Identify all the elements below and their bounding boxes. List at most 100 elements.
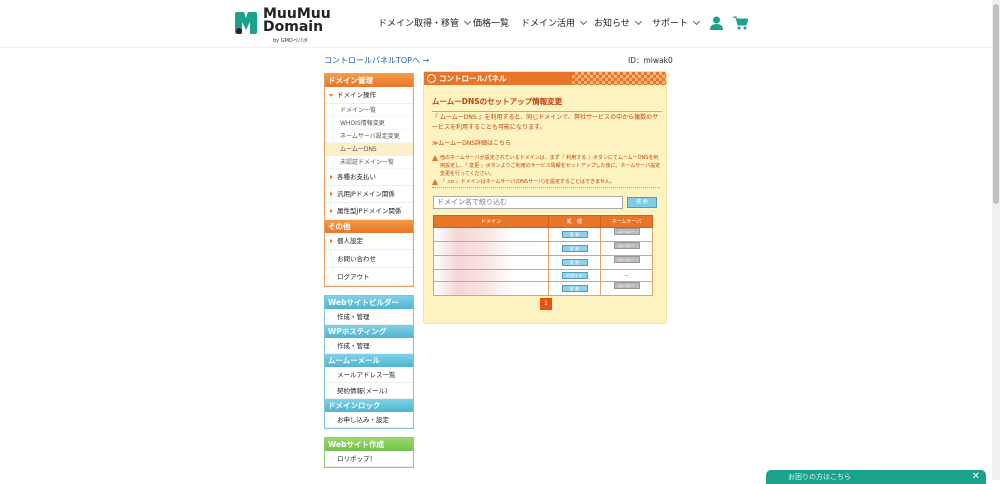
table-row: 変 更 ムームーDNS xyxy=(433,255,653,270)
control-panel-top-link[interactable]: コントロールパネルTOPへ → xyxy=(324,55,429,66)
nav-label: サポート xyxy=(652,19,689,29)
user-icon[interactable] xyxy=(710,16,723,30)
sidebar-item-mail-list[interactable]: メールアドレス一覧 xyxy=(325,367,413,383)
site-header: MuuMuu Domain by GMOペパボ ドメイン取得・移管 価格一覧 ド… xyxy=(0,0,992,48)
search-button[interactable]: 検 索 xyxy=(627,197,657,208)
sidebar-item-wp-manage[interactable]: 作成・管理 xyxy=(325,338,413,354)
use-button[interactable]: 利用する xyxy=(561,272,588,279)
warning-text: 『 .co 』ドメインはネームサーバ(DNSサーバ)を設定することはできません。 xyxy=(440,179,615,185)
services-menu: Webサイトビルダー 作成・管理 WPホスティング 作成・管理 ムームーメール … xyxy=(324,295,414,429)
action-cell: 変 更 xyxy=(548,227,601,242)
sidebar-item-lock-apply[interactable]: お申し込み・設定 xyxy=(325,412,413,428)
mail-header: ムームーメール xyxy=(325,354,413,367)
nav-news[interactable]: お知らせ xyxy=(594,16,642,29)
section-description: 『 ムームーDNS 』を利用すると、同じドメインで、弊社サービスの中から複数のサ… xyxy=(432,114,659,131)
sidebar-sub-unverified[interactable]: 未認証ドメイン一覧 xyxy=(325,156,413,169)
sidebar-sub-whois[interactable]: WHOIS情報変更 xyxy=(325,117,413,130)
other-header: その他 xyxy=(325,220,413,233)
sidebar-sub-nameserver[interactable]: ネームサーバ設定変更 xyxy=(325,130,413,143)
wp-hosting-header: WPホスティング xyxy=(325,325,413,338)
nav-label: ドメイン活用 xyxy=(521,19,576,29)
table-row: 変 更 ムームーDNS xyxy=(433,241,653,256)
warning-text: 他のネームサーバが設定されているドメインは、まず『 利用する 』ボタンにてムーム… xyxy=(440,155,661,177)
scrollbar-thumb[interactable] xyxy=(993,4,999,204)
change-button[interactable]: 変 更 xyxy=(561,245,588,252)
domain-table: ドメイン 処 理 ネームサーバ 変 更 ムームーDNS 変 更 ムームーDNS … xyxy=(433,215,653,296)
ns-cell: ムームーDNS xyxy=(600,281,653,296)
sidebar-item-webbuilder-manage[interactable]: 作成・管理 xyxy=(325,309,413,325)
sidebar-item-payments[interactable]: 各種お支払い xyxy=(325,169,413,186)
change-button[interactable]: 変 更 xyxy=(561,231,588,238)
help-chat-widget[interactable]: お困りの方はこちら ✕ xyxy=(766,470,986,484)
table-row: 利用する － xyxy=(433,269,653,282)
domain-filter-input[interactable]: ドメイン名で絞り込む xyxy=(433,196,623,209)
chevron-down-icon xyxy=(579,17,588,26)
ns-cell: ムームーDNS xyxy=(600,227,653,242)
nav-support[interactable]: サポート xyxy=(652,16,701,29)
change-button[interactable]: 変 更 xyxy=(561,259,588,266)
nav-domain-acquire[interactable]: ドメイン取得・移管 xyxy=(378,16,472,29)
chevron-close-icon[interactable]: ✕ xyxy=(972,470,980,484)
ns-cell: ムームーDNS xyxy=(600,255,653,270)
action-cell: 利用する xyxy=(548,269,601,282)
sidebar-sub-domain-list[interactable]: ドメイン一覧 xyxy=(325,104,413,117)
chevron-down-icon xyxy=(463,17,472,26)
domain-cell-redacted xyxy=(433,281,549,296)
dns-detail-link[interactable]: ≫ムームーDNS詳細はこちら xyxy=(432,138,511,147)
muumuu-logo[interactable]: MuuMuu Domain by GMOペパボ xyxy=(233,7,331,44)
logo-sub: by GMOペパボ xyxy=(273,38,308,44)
logo-text: MuuMuu Domain xyxy=(263,7,331,35)
sidebar-item-settings[interactable]: 個人設定 xyxy=(325,233,413,250)
action-cell: 変 更 xyxy=(548,281,601,296)
nameserver-badge: ムームーDNS xyxy=(613,228,640,240)
table-row: 変 更 ムームーDNS xyxy=(433,281,653,296)
sidebar-item-mail-contract[interactable]: 契約情報(メール) xyxy=(325,383,413,399)
domain-cell-redacted xyxy=(433,269,549,282)
cart-icon[interactable] xyxy=(733,16,748,30)
page-scrollbar[interactable] xyxy=(992,0,1000,480)
sidebar-item-contact[interactable]: お問い合わせ xyxy=(325,250,413,268)
sidebar-item-lolipop[interactable]: ロリポップ！ xyxy=(325,451,413,467)
site-create-menu: Webサイト作成 ロリポップ！ xyxy=(324,437,414,468)
col-nameserver: ネームサーバ xyxy=(600,215,653,228)
nav-label: お知らせ xyxy=(594,19,630,29)
sidebar-sub-muumuu-dns[interactable]: ムームーDNS xyxy=(325,143,413,156)
ns-cell: － xyxy=(600,269,653,282)
table-row: 変 更 ムームーDNS xyxy=(433,227,653,242)
gear-icon xyxy=(427,74,436,83)
action-cell: 変 更 xyxy=(548,241,601,256)
logo-line2: Domain xyxy=(263,19,324,35)
warning-icon xyxy=(432,155,438,161)
site-create-header: Webサイト作成 xyxy=(325,438,413,451)
domain-management-menu: ドメイン管理 ドメイン操作 ドメイン一覧 WHOIS情報変更 ネームサーバ設定変… xyxy=(324,73,414,287)
divider xyxy=(432,187,660,188)
control-panel: コントロールパネル ムームーDNSのセットアップ情報変更 『 ムームーDNS 』… xyxy=(423,71,667,324)
logo-mark-icon xyxy=(235,12,257,34)
nav-label: ドメイン取得・移管 xyxy=(378,19,460,29)
warning-icon xyxy=(432,179,438,185)
nav-domain-use[interactable]: ドメイン活用 xyxy=(521,16,588,29)
ns-cell: ムームーDNS xyxy=(600,241,653,256)
panel-title: コントロールパネル xyxy=(439,74,507,83)
nameserver-badge: ムームーDNS xyxy=(613,256,640,268)
nameserver-badge: ムームーDNS xyxy=(613,282,640,294)
change-button[interactable]: 変 更 xyxy=(561,285,588,292)
user-id: ID：miwak0 xyxy=(628,56,673,65)
sidebar-item-domain-ops[interactable]: ドメイン操作 xyxy=(325,87,413,104)
sidebar: ドメイン管理 ドメイン操作 ドメイン一覧 WHOIS情報変更 ネームサーバ設定変… xyxy=(324,73,414,476)
nav-price-list[interactable]: 価格一覧 xyxy=(473,16,509,29)
warning-nameserver: 他のネームサーバが設定されているドメインは、まず『 利用する 』ボタンにてムーム… xyxy=(432,154,662,178)
warning-co-domain: 『 .co 』ドメインはネームサーバ(DNSサーバ)を設定することはできません。 xyxy=(432,178,662,186)
col-domain: ドメイン xyxy=(433,215,549,228)
col-action: 処 理 xyxy=(548,215,601,228)
sidebar-item-logout[interactable]: ログアウト xyxy=(325,268,413,286)
domain-cell-redacted xyxy=(433,255,549,270)
domain-cell-redacted xyxy=(433,227,549,242)
action-cell: 変 更 xyxy=(548,255,601,270)
pagination-page[interactable]: 1 xyxy=(540,298,552,310)
chevron-down-icon xyxy=(692,17,701,26)
table-header-row: ドメイン 処 理 ネームサーバ xyxy=(433,215,653,228)
section-title: ムームーDNSのセットアップ情報変更 xyxy=(432,96,662,112)
sidebar-item-attribute-jp[interactable]: 属性型JPドメイン関係 xyxy=(325,203,413,220)
sidebar-item-general-jp[interactable]: 汎用JPドメイン関係 xyxy=(325,186,413,203)
